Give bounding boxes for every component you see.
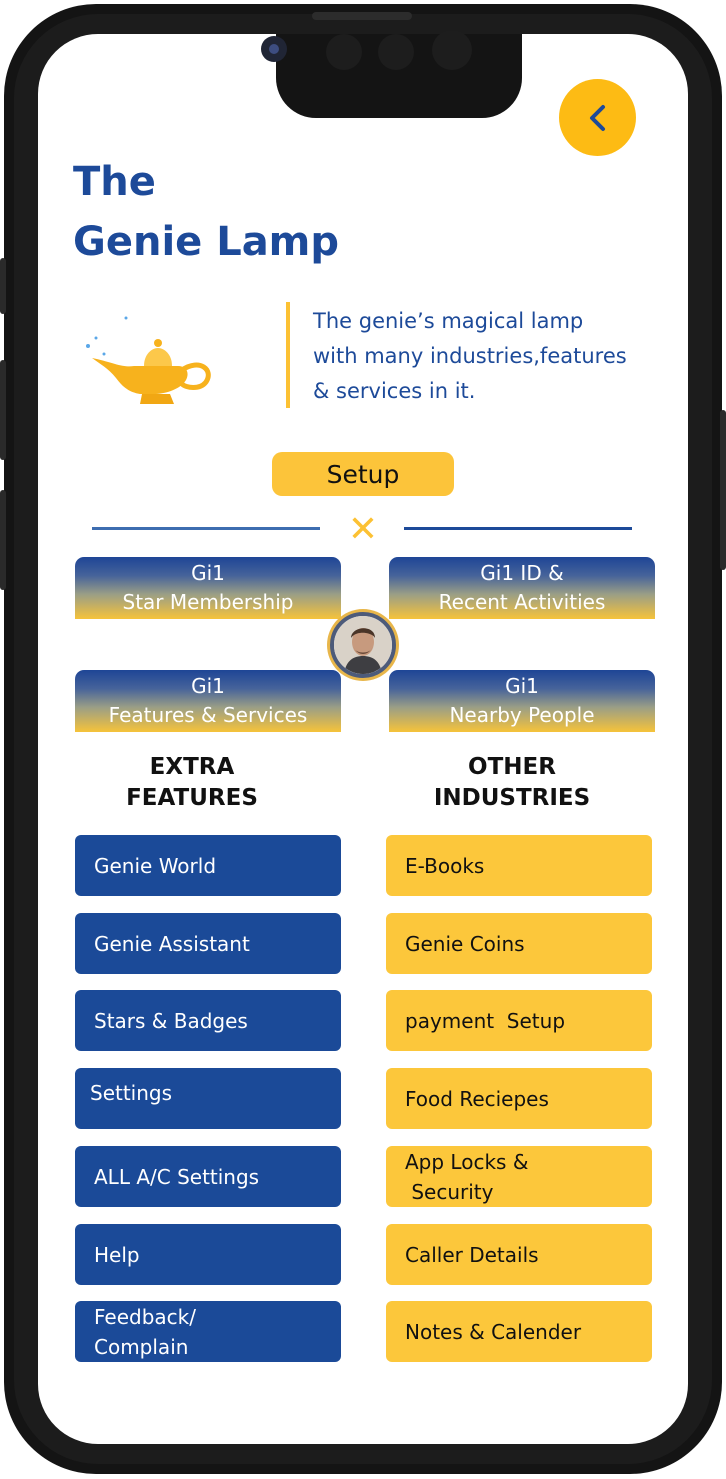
button-label: Caller Details (405, 1242, 539, 1267)
caller-details-button[interactable]: Caller Details (386, 1224, 652, 1285)
genie-coins-button[interactable]: Genie Coins (386, 913, 652, 974)
description-line: & services in it. (313, 379, 476, 403)
button-label: Recent Activities (438, 590, 606, 614)
button-label: Notes & Calender (405, 1319, 582, 1344)
genie-world-button[interactable]: Genie World (75, 835, 341, 896)
app-locks-security-button[interactable]: App Locks & Security (386, 1146, 652, 1207)
e-books-button[interactable]: E-Books (386, 835, 652, 896)
genie-lamp-icon (86, 316, 211, 404)
settings-button[interactable]: Settings (75, 1068, 341, 1129)
button-label: Feedback/ (94, 1304, 196, 1329)
chevron-left-icon (589, 104, 605, 131)
button-label: Genie Assistant (94, 931, 250, 956)
setup-button[interactable]: Setup (272, 452, 454, 496)
close-icon[interactable]: ✕ (347, 512, 379, 548)
speaker-grille (312, 12, 412, 20)
feedback-complain-button[interactable]: Feedback/ Complain (75, 1301, 341, 1362)
heading-line: INDUSTRIES (433, 785, 591, 811)
extra-features-heading: EXTRA FEATURES (92, 752, 292, 814)
button-label: Gi1 (191, 674, 225, 698)
id-recent-activities-button[interactable]: Gi1 ID & Recent Activities (389, 557, 655, 619)
description-divider (286, 302, 290, 408)
button-label: Food Reciepes (405, 1086, 549, 1111)
button-label: Stars & Badges (94, 1008, 248, 1033)
button-label: Gi1 (191, 561, 225, 585)
page-title-line2: Genie Lamp (73, 219, 339, 265)
sensor-icon (326, 34, 362, 70)
side-button-mute (0, 258, 6, 314)
stars-badges-button[interactable]: Stars & Badges (75, 990, 341, 1051)
other-industries-heading: OTHER INDUSTRIES (412, 752, 612, 814)
payment-setup-button[interactable]: payment Setup (386, 990, 652, 1051)
button-label: Security (405, 1179, 494, 1204)
help-button[interactable]: Help (75, 1224, 341, 1285)
button-label: Star Membership (122, 590, 294, 614)
button-label: Complain (94, 1334, 189, 1359)
front-camera-icon (261, 36, 287, 62)
notes-calendar-button[interactable]: Notes & Calender (386, 1301, 652, 1362)
nearby-people-button[interactable]: Gi1 Nearby People (389, 670, 655, 732)
page-title: The Genie Lamp (73, 152, 339, 272)
button-label: Genie Coins (405, 931, 525, 956)
button-label: Gi1 ID & (480, 561, 564, 585)
page-title-line1: The (73, 159, 156, 205)
button-label: Gi1 (505, 674, 539, 698)
button-label: Help (94, 1242, 140, 1267)
heading-line: FEATURES (126, 785, 258, 811)
user-photo (334, 616, 392, 674)
heading-line: OTHER (468, 754, 556, 780)
description-line: The genie’s magical lamp (313, 309, 584, 333)
button-label: payment Setup (405, 1008, 566, 1033)
avatar[interactable] (330, 612, 396, 678)
sensor-icon (432, 30, 472, 70)
divider-left (92, 527, 320, 530)
button-label: E-Books (405, 853, 485, 878)
side-button-volume-up (0, 360, 6, 460)
side-button-power (720, 410, 726, 570)
all-ac-settings-button[interactable]: ALL A/C Settings (75, 1146, 341, 1207)
side-button-volume-down (0, 490, 6, 590)
features-services-button[interactable]: Gi1 Features & Services (75, 670, 341, 732)
heading-line: EXTRA (149, 754, 235, 780)
button-label: Settings (90, 1081, 173, 1105)
button-label: ALL A/C Settings (94, 1164, 260, 1189)
button-label: Features & Services (108, 703, 308, 727)
button-label: App Locks & (405, 1149, 529, 1174)
star-membership-button[interactable]: Gi1 Star Membership (75, 557, 341, 619)
button-label: Genie World (94, 853, 217, 878)
sensor-icon (378, 34, 414, 70)
food-recipes-button[interactable]: Food Reciepes (386, 1068, 652, 1129)
lamp-description: The genie’s magical lamp with many indus… (313, 304, 673, 409)
genie-assistant-button[interactable]: Genie Assistant (75, 913, 341, 974)
button-label: Nearby People (449, 703, 595, 727)
description-line: with many industries,features (313, 344, 627, 368)
back-button[interactable] (559, 79, 636, 156)
divider-right (404, 527, 632, 530)
